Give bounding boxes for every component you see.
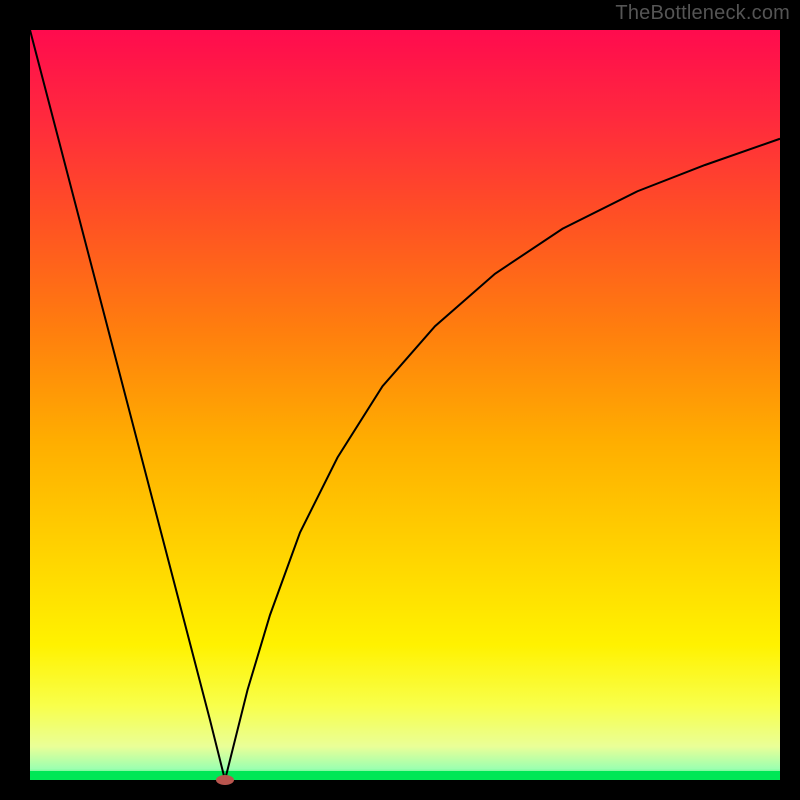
- optimum-marker: [216, 775, 234, 785]
- optimal-zone-strip: [30, 771, 780, 780]
- chart-frame: TheBottleneck.com: [0, 0, 800, 800]
- bottleneck-curve-chart: [0, 0, 800, 800]
- watermark-text: TheBottleneck.com: [615, 2, 790, 25]
- plot-gradient-background: [30, 30, 780, 780]
